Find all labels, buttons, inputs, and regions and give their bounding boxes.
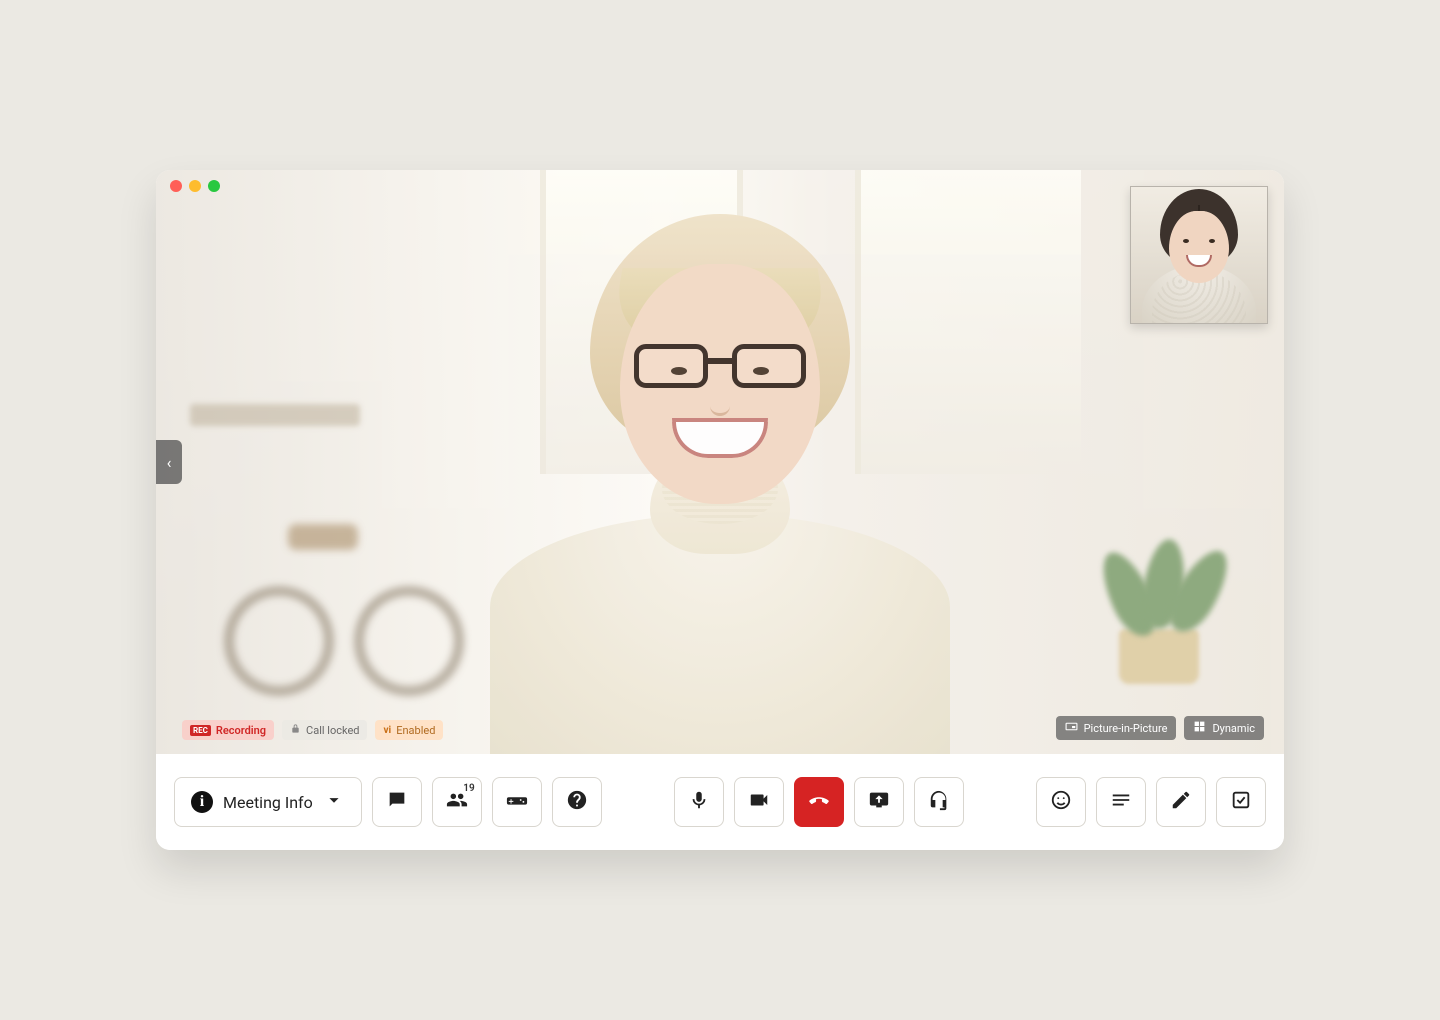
lock-icon xyxy=(290,723,301,737)
meeting-window: ‹ REC Recording Call locked vi Enabled xyxy=(156,170,1284,850)
close-window-button[interactable] xyxy=(170,180,182,192)
toolbar-center-group xyxy=(674,777,964,827)
rec-badge-icon: REC xyxy=(190,725,211,736)
call-locked-label: Call locked xyxy=(306,724,359,737)
headset-icon xyxy=(928,789,950,815)
microphone-button[interactable] xyxy=(674,777,724,827)
notes-button[interactable] xyxy=(1096,777,1146,827)
recording-label: Recording xyxy=(216,724,266,737)
meeting-info-button[interactable]: i Meeting Info xyxy=(174,777,362,827)
camera-icon xyxy=(748,789,770,815)
annotate-button[interactable] xyxy=(1156,777,1206,827)
camera-button[interactable] xyxy=(734,777,784,827)
notes-icon xyxy=(1110,789,1132,815)
dynamic-view-button[interactable]: Dynamic xyxy=(1184,716,1264,740)
toolbar-right-group xyxy=(1036,777,1266,827)
hang-up-icon xyxy=(808,789,830,815)
meeting-info-label: Meeting Info xyxy=(223,793,313,812)
dynamic-label: Dynamic xyxy=(1212,722,1255,735)
polls-button[interactable] xyxy=(1216,777,1266,827)
vi-badge-icon: vi xyxy=(383,725,391,736)
hang-up-button[interactable] xyxy=(794,777,844,827)
participants-button[interactable]: 19 xyxy=(432,777,482,827)
chevron-down-icon xyxy=(323,789,345,815)
microphone-icon xyxy=(688,789,710,815)
share-screen-icon xyxy=(868,789,890,815)
maximize-window-button[interactable] xyxy=(208,180,220,192)
help-icon xyxy=(566,789,588,815)
info-icon: i xyxy=(191,791,213,813)
grid-icon xyxy=(1193,720,1206,736)
apps-button[interactable] xyxy=(492,777,542,827)
emoji-icon xyxy=(1050,789,1072,815)
picture-in-picture-button[interactable]: Picture-in-Picture xyxy=(1056,716,1177,740)
status-pill-row: REC Recording Call locked vi Enabled xyxy=(182,720,443,740)
expand-side-panel-button[interactable]: ‹ xyxy=(156,440,182,484)
checkbox-icon xyxy=(1230,789,1252,815)
vi-enabled-label: Enabled xyxy=(396,724,435,737)
pencil-icon xyxy=(1170,789,1192,815)
pip-label: Picture-in-Picture xyxy=(1084,722,1168,735)
call-locked-pill[interactable]: Call locked xyxy=(282,720,367,740)
view-mode-row: Picture-in-Picture Dynamic xyxy=(1056,716,1264,740)
vi-enabled-pill[interactable]: vi Enabled xyxy=(375,720,443,740)
self-view[interactable] xyxy=(1130,186,1268,324)
audio-settings-button[interactable] xyxy=(914,777,964,827)
chat-icon xyxy=(386,789,408,815)
main-participant-video xyxy=(156,170,1284,754)
gamepad-icon xyxy=(506,789,528,815)
recording-status-pill[interactable]: REC Recording xyxy=(182,720,274,740)
chat-button[interactable] xyxy=(372,777,422,827)
help-button[interactable] xyxy=(552,777,602,827)
chevron-left-icon: ‹ xyxy=(167,453,172,472)
video-stage: ‹ REC Recording Call locked vi Enabled xyxy=(156,170,1284,754)
pip-icon xyxy=(1065,720,1078,736)
minimize-window-button[interactable] xyxy=(189,180,201,192)
participants-count-badge: 19 xyxy=(463,783,474,794)
toolbar-left-group: i Meeting Info 19 xyxy=(174,777,602,827)
reactions-button[interactable] xyxy=(1036,777,1086,827)
window-controls xyxy=(170,180,220,192)
share-screen-button[interactable] xyxy=(854,777,904,827)
meeting-toolbar: i Meeting Info 19 xyxy=(156,754,1284,850)
